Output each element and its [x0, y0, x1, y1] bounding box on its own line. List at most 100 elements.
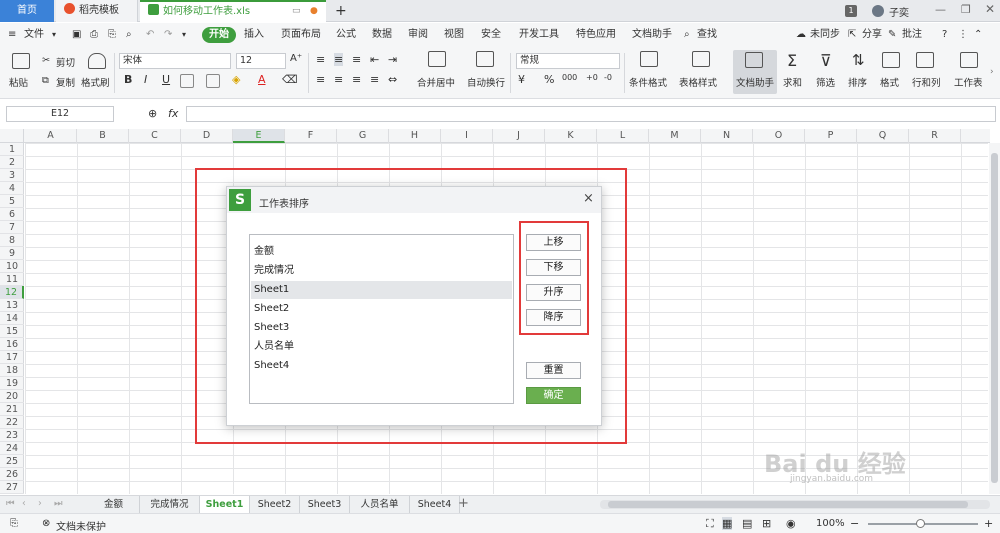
- sheet-tab[interactable]: Sheet3: [300, 496, 350, 513]
- menu-review[interactable]: 审阅: [408, 27, 428, 43]
- column-header[interactable]: C: [129, 129, 181, 143]
- row-header[interactable]: 15: [0, 325, 24, 338]
- column-header[interactable]: J: [493, 129, 545, 143]
- search-icon[interactable]: ⌕: [684, 27, 690, 43]
- format-painter-button[interactable]: 格式刷: [81, 75, 110, 89]
- menu-doc-helper[interactable]: 文档助手: [632, 27, 672, 43]
- tab-template[interactable]: 稻壳模板: [56, 0, 138, 22]
- fill-color-icon[interactable]: ◈: [232, 73, 240, 86]
- row-header[interactable]: 22: [0, 416, 24, 429]
- row-header[interactable]: 16: [0, 338, 24, 351]
- tab-home[interactable]: 首页: [0, 0, 54, 22]
- page-layout-view-icon[interactable]: ▤: [742, 517, 752, 530]
- row-header[interactable]: 13: [0, 299, 24, 312]
- horizontal-scrollbar[interactable]: [600, 500, 990, 509]
- fx-button[interactable]: fx: [168, 107, 178, 120]
- menu-special-apps[interactable]: 特色应用: [576, 27, 616, 43]
- column-header[interactable]: B: [77, 129, 129, 143]
- row-header[interactable]: 12: [0, 286, 24, 299]
- conditional-format-button[interactable]: 条件格式: [629, 75, 667, 89]
- row-header[interactable]: 24: [0, 442, 24, 455]
- share-button[interactable]: 分享: [862, 27, 882, 43]
- row-header[interactable]: 18: [0, 364, 24, 377]
- menu-insert[interactable]: 插入: [244, 27, 264, 43]
- align-middle-icon[interactable]: ≡: [334, 53, 344, 66]
- last-sheet-icon[interactable]: ⏭: [54, 498, 63, 509]
- grow-font-icon[interactable]: A⁺: [290, 53, 302, 64]
- sort-button[interactable]: 排序: [848, 75, 867, 89]
- cut-button[interactable]: 剪切: [56, 55, 75, 69]
- column-header[interactable]: F: [285, 129, 337, 143]
- zoom-level[interactable]: 100%: [816, 518, 845, 529]
- scissors-icon[interactable]: ✂: [42, 55, 50, 66]
- row-header[interactable]: 27: [0, 481, 24, 494]
- wrap-text-icon[interactable]: [476, 51, 494, 67]
- menu-file[interactable]: 文件: [24, 27, 44, 43]
- format-button[interactable]: 格式: [880, 75, 899, 89]
- username[interactable]: 子奕: [889, 4, 909, 19]
- search-label[interactable]: 查找: [697, 27, 717, 43]
- tab-document[interactable]: 如何移动工作表.xls ▭ ●: [140, 0, 326, 22]
- sheet-tab[interactable]: 金额: [88, 496, 140, 513]
- row-col-button[interactable]: 行和列: [912, 75, 941, 89]
- cell-style-icon[interactable]: [206, 74, 220, 88]
- table-style-icon[interactable]: [692, 51, 710, 67]
- cloud-sync-icon[interactable]: ☁: [796, 27, 806, 43]
- thousands-button[interactable]: 000: [562, 73, 577, 82]
- page-break-view-icon[interactable]: ⊞: [762, 517, 771, 530]
- indent-decrease-icon[interactable]: ⇤: [370, 53, 379, 66]
- collapse-ribbon-icon[interactable]: ⌃: [974, 27, 982, 43]
- sync-status[interactable]: 未同步: [810, 27, 840, 43]
- row-header[interactable]: 11: [0, 273, 24, 286]
- hamburger-icon[interactable]: ≡: [8, 27, 16, 43]
- font-color-button[interactable]: A: [258, 73, 266, 86]
- sort-icon[interactable]: ⇅: [852, 51, 865, 69]
- row-header[interactable]: 9: [0, 247, 24, 260]
- wrap-text-button[interactable]: 自动换行: [467, 75, 505, 89]
- underline-button[interactable]: U: [162, 73, 170, 86]
- row-header[interactable]: 7: [0, 221, 24, 234]
- ribbon-scroll-icon[interactable]: ›: [990, 67, 994, 77]
- sum-button[interactable]: 求和: [783, 75, 802, 89]
- conditional-format-icon[interactable]: [640, 51, 658, 67]
- column-header[interactable]: I: [441, 129, 493, 143]
- column-header[interactable]: E: [233, 129, 285, 143]
- sheet-tab[interactable]: 完成情况: [140, 496, 200, 513]
- column-header[interactable]: P: [805, 129, 857, 143]
- copy-button[interactable]: 复制: [56, 75, 75, 89]
- column-header[interactable]: A: [25, 129, 77, 143]
- add-sheet-button[interactable]: +: [458, 496, 469, 511]
- font-name-select[interactable]: 宋体: [119, 53, 231, 69]
- normal-view-icon[interactable]: ▦: [722, 517, 733, 530]
- row-header[interactable]: 2: [0, 156, 24, 169]
- print-icon[interactable]: ⎘: [108, 27, 116, 43]
- row-header[interactable]: 1: [0, 143, 24, 156]
- paste-button[interactable]: 粘贴: [9, 75, 28, 89]
- formula-input[interactable]: [186, 106, 996, 122]
- menu-start[interactable]: 开始: [202, 27, 236, 43]
- eye-care-icon[interactable]: ◉: [786, 517, 796, 530]
- row-header[interactable]: 19: [0, 377, 24, 390]
- copy-icon[interactable]: ⧉: [42, 75, 49, 86]
- column-header[interactable]: G: [337, 129, 389, 143]
- sheet-tab[interactable]: Sheet4: [410, 496, 460, 513]
- avatar[interactable]: [872, 5, 884, 17]
- column-header[interactable]: R: [909, 129, 961, 143]
- increase-decimal-icon[interactable]: +0: [586, 73, 598, 82]
- menu-security[interactable]: 安全: [481, 27, 501, 43]
- column-header[interactable]: H: [389, 129, 441, 143]
- row-col-icon[interactable]: [916, 52, 934, 68]
- justify-icon[interactable]: ≡: [370, 73, 379, 86]
- number-format-select[interactable]: 常规: [516, 53, 620, 69]
- sheet-tab[interactable]: Sheet2: [250, 496, 300, 513]
- row-header[interactable]: 10: [0, 260, 24, 273]
- table-style-button[interactable]: 表格样式: [679, 75, 717, 89]
- column-header[interactable]: Q: [857, 129, 909, 143]
- more-icon[interactable]: ⋮: [958, 27, 968, 43]
- row-header[interactable]: 26: [0, 468, 24, 481]
- menu-developer[interactable]: 开发工具: [519, 27, 559, 43]
- align-center-icon[interactable]: ≡: [334, 73, 343, 86]
- macro-icon[interactable]: ⎘: [10, 518, 18, 529]
- row-header[interactable]: 17: [0, 351, 24, 364]
- row-header[interactable]: 21: [0, 403, 24, 416]
